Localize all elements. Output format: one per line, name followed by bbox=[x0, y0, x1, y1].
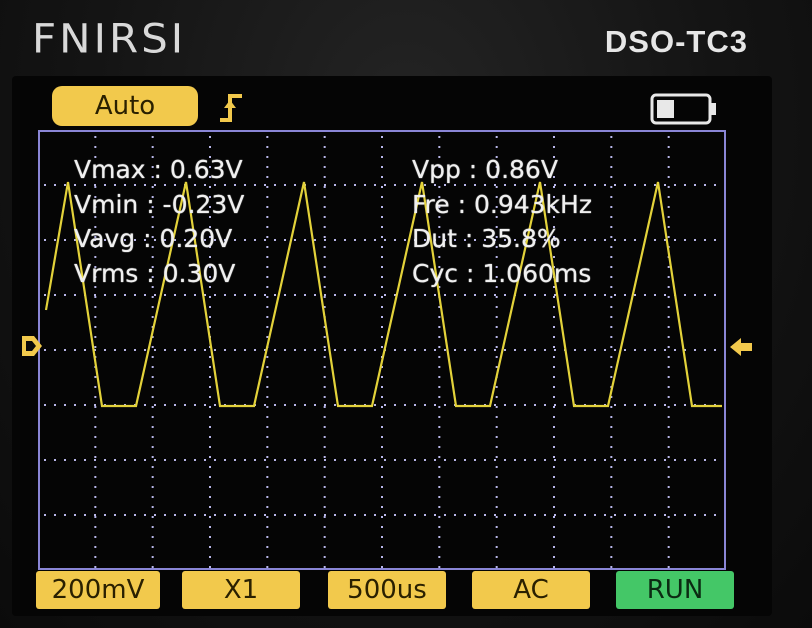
meas-vmin: Vmin : -0.23V bbox=[74, 190, 245, 219]
oscilloscope-device: FNIRSI DSO-TC3 Auto Vmax : 0.63V Vmin : … bbox=[0, 0, 812, 628]
model-label: DSO-TC3 bbox=[604, 24, 748, 59]
meas-frequency: Fre : 0.943kHz bbox=[412, 190, 592, 219]
brand-logo: FNIRSI bbox=[32, 15, 187, 62]
channel-offset-marker-icon[interactable] bbox=[20, 334, 44, 358]
time-div-button[interactable]: 500us bbox=[328, 571, 446, 609]
meas-vpp: Vpp : 0.86V bbox=[412, 155, 558, 184]
coupling-button[interactable]: AC bbox=[472, 571, 590, 609]
meas-vrms: Vrms : 0.30V bbox=[74, 259, 236, 288]
meas-duty: Dut : 35.8% bbox=[412, 224, 561, 253]
run-stop-button[interactable]: RUN bbox=[616, 571, 734, 609]
rising-edge-icon bbox=[220, 94, 242, 122]
probe-button[interactable]: X1 bbox=[182, 571, 300, 609]
battery-icon bbox=[650, 93, 716, 125]
trigger-level-marker-icon[interactable] bbox=[728, 336, 754, 358]
trigger-mode-button[interactable]: Auto bbox=[52, 86, 198, 126]
meas-vmax: Vmax : 0.63V bbox=[74, 155, 243, 184]
meas-cycle: Cyc : 1.060ms bbox=[412, 259, 592, 288]
meas-vavg: Vavg : 0.20V bbox=[74, 224, 233, 253]
volts-div-button[interactable]: 200mV bbox=[36, 571, 160, 609]
